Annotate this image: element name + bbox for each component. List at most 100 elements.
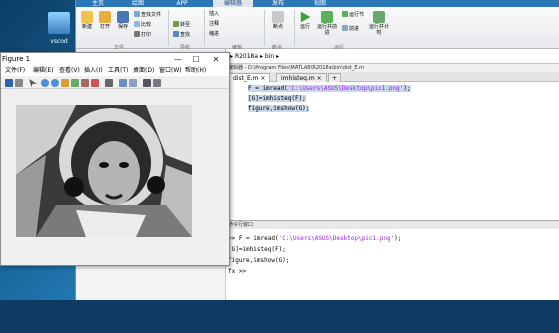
print-icon <box>134 31 140 37</box>
tab-publish[interactable]: 发布 <box>262 0 294 7</box>
comment-button[interactable]: 注释 <box>209 21 219 27</box>
run-button[interactable]: 运行 <box>296 11 314 30</box>
new-file-icon <box>81 11 93 23</box>
run-section-button[interactable]: 运行节 <box>342 11 364 18</box>
link-icon[interactable] <box>105 79 113 87</box>
find-button[interactable]: 查找 <box>173 31 190 38</box>
menu-help[interactable]: 帮助(H) <box>185 66 206 76</box>
menu-window[interactable]: 窗口(W) <box>159 66 182 76</box>
tab-apps[interactable]: APP <box>168 0 196 7</box>
command-prompt[interactable]: fx >> <box>228 267 246 276</box>
command-line: figure,imshow(G); <box>228 257 290 264</box>
displayed-image <box>16 105 192 237</box>
new-button[interactable]: 新建 <box>79 11 95 30</box>
grayscale-portrait-image <box>16 105 192 237</box>
address-segment[interactable]: bin <box>265 53 274 60</box>
insert-button[interactable]: 插入 <box>209 11 219 17</box>
tab-editor[interactable]: 编辑器 <box>213 0 253 7</box>
ribbon-divider <box>294 10 295 46</box>
tab-plots[interactable]: 绘图 <box>124 0 152 7</box>
dock-icon[interactable] <box>153 79 161 87</box>
ribbon-divider <box>204 10 205 46</box>
save-icon <box>117 11 129 23</box>
address-segment[interactable]: R2018a <box>235 53 258 60</box>
taskbar <box>0 300 559 333</box>
menu-tools[interactable]: 工具(T) <box>108 66 128 76</box>
ribbon-tab-bar: 主页 绘图 APP 编辑器 发布 视图 <box>76 0 559 7</box>
chevron-right-icon: ▸ <box>259 53 263 60</box>
zoom-in-icon[interactable] <box>41 79 49 87</box>
menu-view[interactable]: 查看(V) <box>59 66 80 76</box>
minimize-button[interactable]: — <box>171 53 185 66</box>
figure-titlebar[interactable]: Figure 1 — ☐ ✕ <box>1 53 229 66</box>
tab-view[interactable]: 视图 <box>304 0 336 7</box>
command-window[interactable]: 命令行窗口 >> F = imread('C:\Users\ASUS\Deskt… <box>226 220 559 300</box>
desktop-shortcut-vscode[interactable]: vscod <box>44 12 74 52</box>
figure-toolbar <box>1 77 229 89</box>
advance-icon <box>342 25 348 31</box>
folder-icon <box>99 11 111 23</box>
brush-icon[interactable] <box>91 79 99 87</box>
open-button[interactable]: 打开 <box>97 11 113 30</box>
chevron-right-icon: ▸ <box>276 53 280 60</box>
rotate-icon[interactable] <box>71 79 79 87</box>
figure-title: Figure 1 <box>2 55 31 63</box>
pointer-icon[interactable] <box>29 79 37 87</box>
editor-tab-dist-e[interactable]: dist_E.m × <box>228 73 271 82</box>
address-bar[interactable]: ▸ R2018a ▸ bin ▸ <box>226 49 559 64</box>
editor-path: 编辑器 - D:\Program Files\MATLAB\R2018a\bin… <box>226 64 559 72</box>
save-button[interactable]: 保存 <box>115 11 131 30</box>
find-icon <box>173 31 179 37</box>
editor-tab-bar: dist_E.m × imhisteq.m × + <box>226 72 559 82</box>
vscode-icon <box>48 12 70 34</box>
run-time-icon <box>373 11 385 23</box>
close-icon[interactable]: × <box>260 75 265 82</box>
compare-icon <box>134 21 140 27</box>
tab-home[interactable]: 主页 <box>84 0 112 7</box>
code-line: figure,imshow(G); <box>248 105 310 112</box>
ribbon-divider <box>168 10 169 46</box>
ribbon: 新建 打开 保存 查找文件 比较 打印 转至 查找 插入 注释 缩进 断点 运行… <box>76 7 559 51</box>
print-figure-icon[interactable] <box>15 79 23 87</box>
save-figure-icon[interactable] <box>5 79 13 87</box>
find-files-icon <box>134 11 140 17</box>
editor-tab-imhisteq[interactable]: imhisteq.m × <box>276 73 327 82</box>
run-icon <box>300 11 311 23</box>
indent-button[interactable]: 缩进 <box>209 31 219 37</box>
colorbar-icon[interactable] <box>119 79 127 87</box>
menu-edit[interactable]: 编辑(E) <box>33 66 53 76</box>
run-advance-icon <box>321 11 333 23</box>
legend-icon[interactable] <box>129 79 137 87</box>
new-tab-button[interactable]: + <box>328 73 342 82</box>
editor-panel: 编辑器 - D:\Program Files\MATLAB\R2018a\bin… <box>226 64 559 220</box>
run-and-advance-button[interactable]: 运行并前进 <box>316 11 338 36</box>
breakpoint-icon <box>272 11 284 23</box>
breakpoint-button[interactable]: 断点 <box>269 11 287 30</box>
code-area[interactable]: F = imread('C:\Users\ASUS\Desktop\pic1.p… <box>226 82 559 220</box>
desktop-shortcut-label: vscod <box>50 38 68 45</box>
goto-icon <box>173 21 179 27</box>
goto-button[interactable]: 转至 <box>173 21 190 28</box>
run-and-time-button[interactable]: 运行并计时 <box>367 11 391 36</box>
command-line: [G]=imhisteq(F); <box>228 246 286 253</box>
run-section-icon <box>342 11 348 17</box>
print-button[interactable]: 打印 <box>134 31 151 38</box>
plot-tools-icon[interactable] <box>143 79 151 87</box>
code-line: [G]=imhisteq(F); <box>248 95 306 102</box>
close-button[interactable]: ✕ <box>209 53 223 66</box>
ribbon-divider <box>264 10 265 46</box>
data-cursor-icon[interactable] <box>81 79 89 87</box>
menu-file[interactable]: 文件(F) <box>5 66 25 76</box>
code-line: F = imread('C:\Users\ASUS\Desktop\pic1.p… <box>248 85 411 92</box>
close-icon[interactable]: × <box>317 75 322 82</box>
maximize-button[interactable]: ☐ <box>189 53 203 66</box>
pan-icon[interactable] <box>61 79 69 87</box>
find-files-button[interactable]: 查找文件 <box>134 11 161 18</box>
menu-desktop[interactable]: 桌面(D) <box>133 66 154 76</box>
figure-menubar: 文件(F) 编辑(E) 查看(V) 插入(I) 工具(T) 桌面(D) 窗口(W… <box>1 66 229 76</box>
compare-button[interactable]: 比较 <box>134 21 151 28</box>
figure-window: Figure 1 — ☐ ✕ 文件(F) 编辑(E) 查看(V) 插入(I) 工… <box>0 52 230 266</box>
advance-button[interactable]: 前进 <box>342 25 359 32</box>
menu-insert[interactable]: 插入(I) <box>84 66 102 76</box>
zoom-out-icon[interactable] <box>51 79 59 87</box>
